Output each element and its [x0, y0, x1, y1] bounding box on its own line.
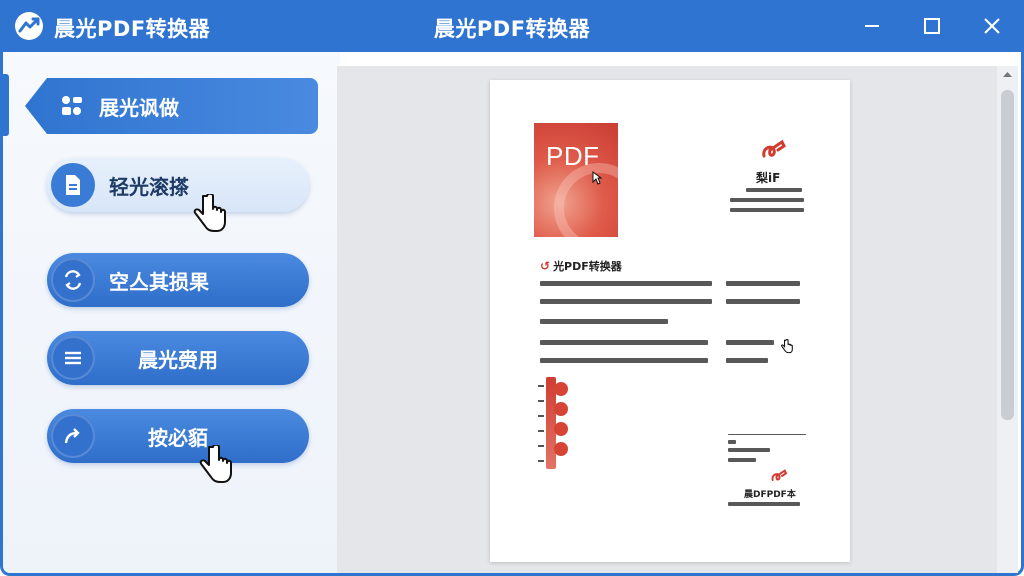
hand-cursor-icon: [193, 194, 226, 232]
sidebar-item-label: 晨光赍用: [138, 347, 218, 372]
document-footer-title: 晨DFPDF本: [744, 490, 796, 500]
maximize-icon: [924, 18, 940, 34]
close-button[interactable]: [970, 8, 1014, 44]
minimize-button[interactable]: [850, 8, 894, 44]
sidebar-item-4[interactable]: 晨光赍用: [47, 331, 309, 385]
document-icon: [66, 175, 80, 195]
text-line: [540, 358, 708, 363]
title-bar: 晨光PDF转换器 晨光PDF转换器: [0, 0, 1024, 52]
text-line: [728, 440, 736, 444]
text-line: [728, 502, 800, 506]
tick-mark: [538, 385, 544, 387]
brand-logo-icon: [762, 139, 786, 158]
strip-icon: [554, 382, 568, 396]
sidebar-item-icon-circle: [51, 336, 95, 380]
hand-cursor-icon: [781, 339, 793, 354]
app-name: 晨光PDF转换器: [54, 17, 211, 41]
strip-icon: [554, 422, 568, 436]
strip-icon: [554, 442, 568, 456]
minimize-icon: [865, 25, 879, 27]
text-line: [726, 340, 774, 345]
sidebar-item-label: 轻光滚搽: [109, 174, 189, 199]
tick-mark: [538, 415, 544, 417]
brand-logo-icon: [771, 469, 788, 481]
scroll-up-icon[interactable]: [1002, 70, 1013, 78]
text-line: [726, 358, 768, 363]
hand-cursor-icon: [199, 445, 232, 483]
sidebar-item-icon-circle: [51, 163, 95, 207]
tick-mark: [538, 460, 544, 462]
text-line: [540, 340, 708, 345]
text-line: [730, 198, 804, 202]
text-line: [746, 188, 802, 192]
document-heading-text: 光PDF转换器: [553, 260, 622, 273]
sidebar-item-1[interactable]: 展光讽做: [25, 78, 318, 134]
pointer-cursor-icon: [592, 171, 602, 185]
pdf-cover-text: PDF: [546, 141, 600, 171]
decor: [554, 163, 618, 237]
text-line: [540, 299, 712, 304]
vertical-scrollbar[interactable]: [997, 66, 1018, 573]
text-line: [726, 299, 800, 304]
maximize-button[interactable]: [910, 8, 954, 44]
text-line: [728, 458, 756, 462]
tick-mark: [538, 430, 544, 432]
sidebar-item-2[interactable]: 轻光滚搽: [47, 158, 309, 212]
users-grid-icon: [62, 96, 82, 115]
share-arrow-icon: [64, 428, 80, 444]
document-small-title: 梨iF: [756, 171, 781, 185]
tick-mark: [538, 400, 544, 402]
text-line: [540, 319, 668, 324]
sidebar: 展光讽做 轻光滚搽 空亼其损果 晨光赍用 按必貊: [3, 52, 340, 573]
brand-mark-icon: ↺: [540, 259, 551, 273]
sidebar-active-indicator: [3, 74, 9, 136]
sidebar-item-icon-circle: [51, 258, 95, 302]
document-page: PDF 梨iF ↺ 光PDF转换器 晨DFPDF本: [490, 80, 850, 562]
text-line: [726, 281, 800, 286]
app-logo-icon: [15, 12, 43, 40]
strip-icon: [554, 402, 568, 416]
document-heading: ↺ 光PDF转换器: [540, 258, 622, 274]
close-icon: [984, 18, 1000, 34]
sliders-icon: [65, 351, 81, 365]
sidebar-item-icon-circle: [51, 414, 95, 458]
text-line: [730, 208, 804, 212]
tick-mark: [538, 445, 544, 447]
convert-cycle-icon: [64, 270, 82, 290]
sidebar-item-label: 空亼其损果: [109, 269, 209, 294]
sidebar-item-3[interactable]: 空亼其损果: [47, 253, 309, 307]
sidebar-item-label: 按必貊: [148, 425, 208, 450]
sidebar-item-5[interactable]: 按必貊: [47, 409, 309, 463]
sidebar-item-label: 展光讽做: [99, 95, 179, 120]
text-line: [540, 281, 712, 286]
pdf-cover-image: PDF: [534, 123, 618, 237]
divider: [728, 434, 806, 435]
scroll-thumb[interactable]: [1001, 90, 1014, 420]
text-line: [728, 448, 770, 452]
